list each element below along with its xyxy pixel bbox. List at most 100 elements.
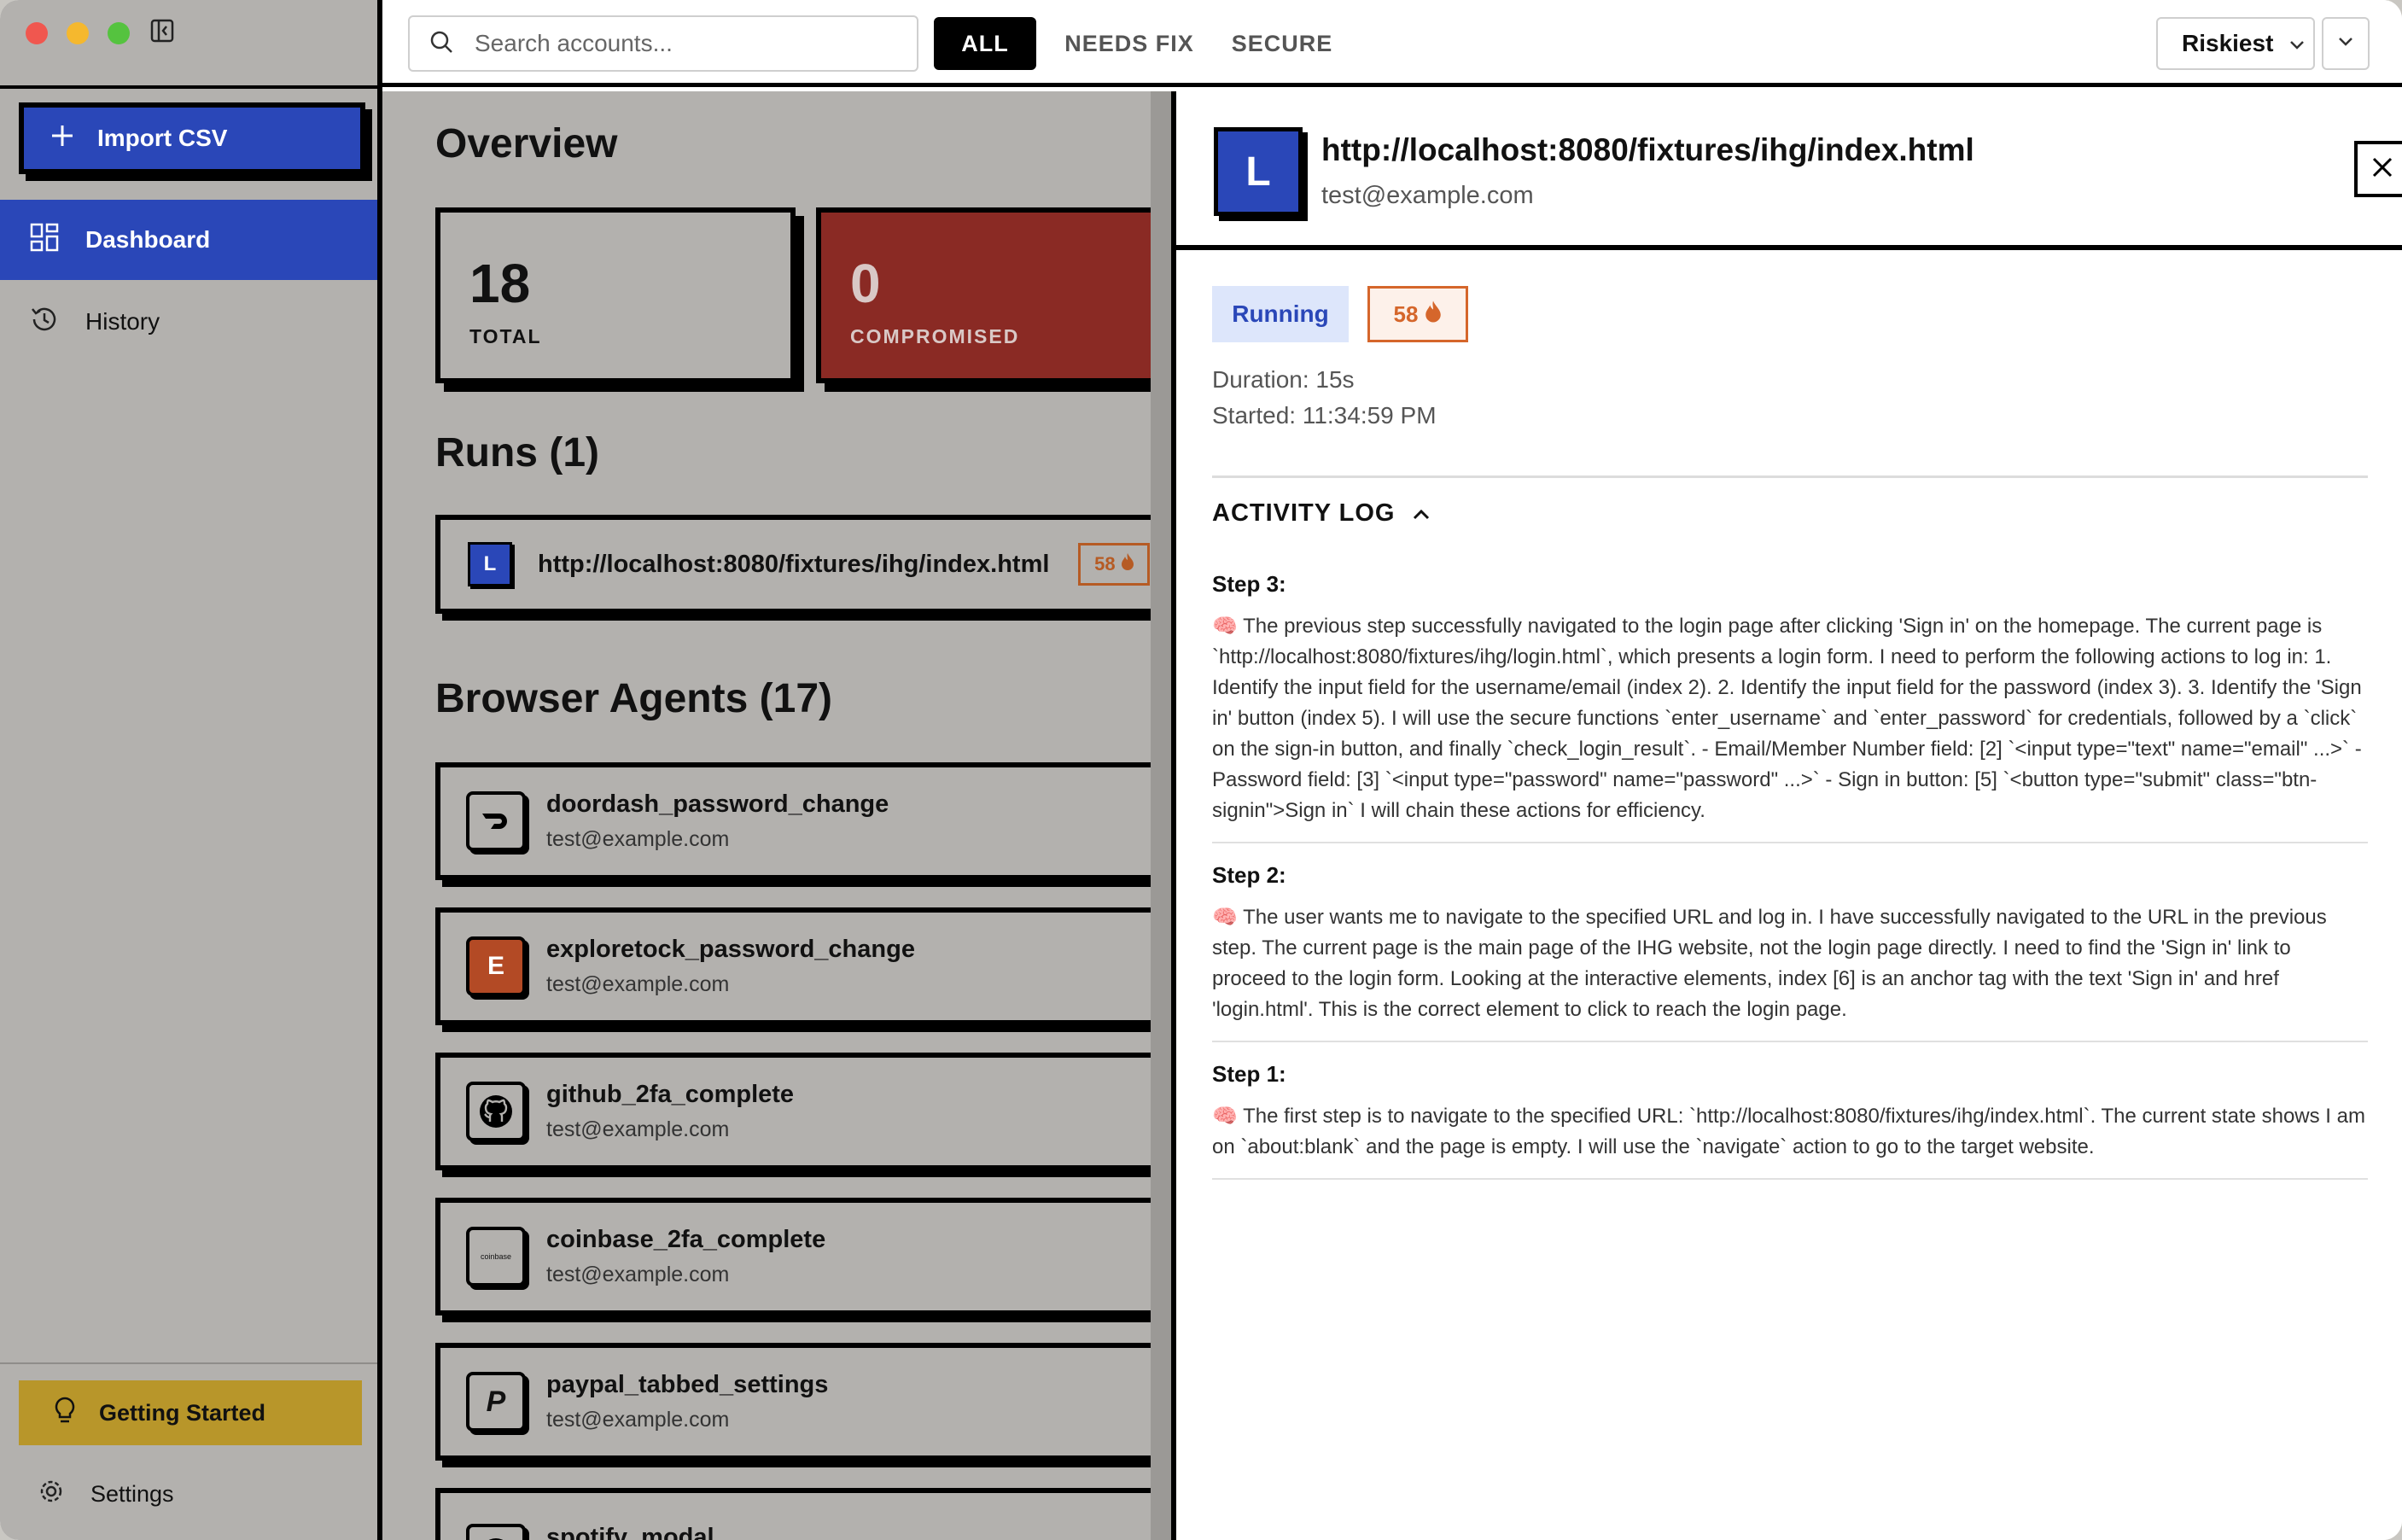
history-icon [29, 304, 60, 341]
agent-card[interactable]: github_2fa_complete test@example.com [435, 1053, 1171, 1170]
panel-email: test@example.com [1321, 182, 1534, 209]
app-window: Import CSV Dashboard History Getting Sta… [0, 0, 2402, 1540]
filter-needs-fix[interactable]: NEEDS FIX [1057, 17, 1202, 70]
coinbase-logo-icon: coinbase [466, 1227, 526, 1286]
agent-name: github_2fa_complete [546, 1081, 795, 1108]
agent-email: test@example.com [546, 1263, 730, 1286]
stat-card-total: 18 TOTAL [435, 207, 796, 383]
agent-card[interactable]: doordash_password_change test@example.co… [435, 762, 1171, 880]
run-card[interactable]: L http://localhost:8080/fixtures/ihg/ind… [435, 515, 1171, 614]
chevron-up-icon [1412, 499, 1431, 528]
doordash-logo-icon [466, 791, 526, 851]
sidebar: Import CSV Dashboard History Getting Sta… [0, 0, 382, 1540]
agent-card[interactable]: E exploretock_password_change test@examp… [435, 907, 1171, 1025]
search-input[interactable] [475, 30, 884, 57]
run-score-badge: 58 [1078, 543, 1151, 586]
step-body: 🧠 The previous step successfully navigat… [1212, 615, 2362, 822]
risk-score-badge: 58 [1367, 286, 1468, 342]
status-badge: Running [1212, 286, 1349, 342]
agent-email: test@example.com [546, 1117, 730, 1141]
agent-email: test@example.com [546, 827, 730, 851]
agent-name: coinbase_2fa_complete [546, 1226, 826, 1253]
log-step: Step 2: 🧠 The user wants me to navigate … [1212, 843, 2368, 1042]
search-box[interactable] [408, 15, 918, 72]
panel-header: L http://localhost:8080/fixtures/ihg/ind… [1176, 91, 2402, 250]
panel-url: http://localhost:8080/fixtures/ihg/index… [1321, 132, 1974, 167]
window-controls [26, 22, 130, 44]
paypal-logo-icon: P [466, 1372, 526, 1432]
getting-started-button[interactable]: Getting Started [19, 1380, 362, 1445]
close-window-button[interactable] [26, 22, 48, 44]
chevron-down-icon [2288, 30, 2306, 57]
log-step: Step 3: 🧠 The previous step successfully… [1212, 561, 2368, 843]
run-score-value: 58 [1094, 553, 1116, 575]
flame-icon [1425, 300, 1442, 330]
chevron-down-icon [2337, 36, 2354, 52]
agent-email: test@example.com [546, 1408, 730, 1432]
agent-card[interactable]: spotify_modal [435, 1488, 1171, 1540]
getting-started-label: Getting Started [99, 1399, 266, 1426]
exploretock-logo-icon: E [466, 936, 526, 996]
stat-total-label: TOTAL [469, 325, 542, 347]
top-bar: ALL NEEDS FIX SECURE Riskiest [382, 0, 2402, 87]
step-body: 🧠 The first step is to navigate to the s… [1212, 1105, 2365, 1158]
search-icon [429, 29, 454, 59]
run-url: http://localhost:8080/fixtures/ihg/index… [538, 550, 1050, 578]
run-avatar: L [468, 542, 512, 586]
overview-title: Overview [435, 121, 618, 166]
browser-agents-title: Browser Agents (17) [435, 676, 832, 721]
import-csv-button[interactable]: Import CSV [19, 102, 365, 174]
spotify-logo-icon [466, 1524, 526, 1540]
sidebar-item-label: History [85, 308, 160, 335]
runs-title: Runs (1) [435, 430, 599, 475]
sort-value: Riskiest [2182, 30, 2274, 56]
sidebar-item-dashboard[interactable]: Dashboard [0, 200, 377, 280]
import-csv-label: Import CSV [97, 125, 228, 151]
stat-compromised-value: 0 [850, 253, 881, 314]
sidebar-divider [0, 85, 377, 89]
step-title: Step 3: [1212, 571, 1286, 597]
close-panel-button[interactable] [2354, 141, 2402, 197]
github-logo-icon [466, 1082, 526, 1141]
scrollbar[interactable] [1151, 91, 1171, 1540]
log-step: Step 1: 🧠 The first step is to navigate … [1212, 1042, 2368, 1180]
agent-name: spotify_modal [546, 1524, 714, 1540]
sidebar-divider [0, 1362, 377, 1364]
dashboard-icon [29, 222, 60, 259]
minimize-window-button[interactable] [67, 22, 89, 44]
gear-icon [38, 1478, 65, 1511]
agent-email: test@example.com [546, 972, 730, 996]
filter-secure[interactable]: SECURE [1224, 17, 1340, 70]
sort-select[interactable]: Riskiest [2156, 17, 2315, 70]
agent-card[interactable]: P paypal_tabbed_settings test@example.co… [435, 1343, 1171, 1461]
sidebar-collapse-icon[interactable] [150, 19, 174, 43]
agent-name: exploretock_password_change [546, 936, 915, 963]
sort-direction-button[interactable] [2322, 17, 2370, 70]
sidebar-item-history[interactable]: History [0, 282, 377, 362]
activity-log: Step 3: 🧠 The previous step successfully… [1212, 561, 2368, 1180]
duration-text: Duration: 15s [1212, 366, 1355, 393]
step-title: Step 1: [1212, 1061, 1286, 1087]
activity-log-toggle[interactable]: ACTIVITY LOG [1212, 499, 1431, 528]
plus-icon [50, 123, 75, 155]
stat-card-compromised: 0 COMPROMISED [816, 207, 1171, 383]
run-detail-panel: L http://localhost:8080/fixtures/ihg/ind… [1171, 91, 2402, 1540]
maximize-window-button[interactable] [108, 22, 130, 44]
dashboard-main: Overview 18 TOTAL 0 COMPROMISED Runs (1)… [382, 91, 1171, 1540]
panel-avatar: L [1214, 127, 1303, 216]
settings-button[interactable]: Settings [0, 1460, 377, 1528]
risk-score-value: 58 [1393, 300, 1419, 327]
lightbulb-icon [53, 1396, 77, 1431]
step-title: Step 2: [1212, 862, 1286, 888]
agent-name: doordash_password_change [546, 790, 889, 818]
started-text: Started: 11:34:59 PM [1212, 402, 1437, 429]
filter-all[interactable]: ALL [934, 17, 1036, 70]
stat-compromised-label: COMPROMISED [850, 325, 1020, 347]
stat-total-value: 18 [469, 253, 531, 314]
agent-card[interactable]: coinbase coinbase_2fa_complete test@exam… [435, 1198, 1171, 1315]
flame-icon [1121, 552, 1134, 576]
close-icon [2370, 155, 2395, 184]
step-body: 🧠 The user wants me to navigate to the s… [1212, 906, 2327, 1021]
agent-name: paypal_tabbed_settings [546, 1371, 829, 1398]
activity-log-title: ACTIVITY LOG [1212, 499, 1396, 527]
